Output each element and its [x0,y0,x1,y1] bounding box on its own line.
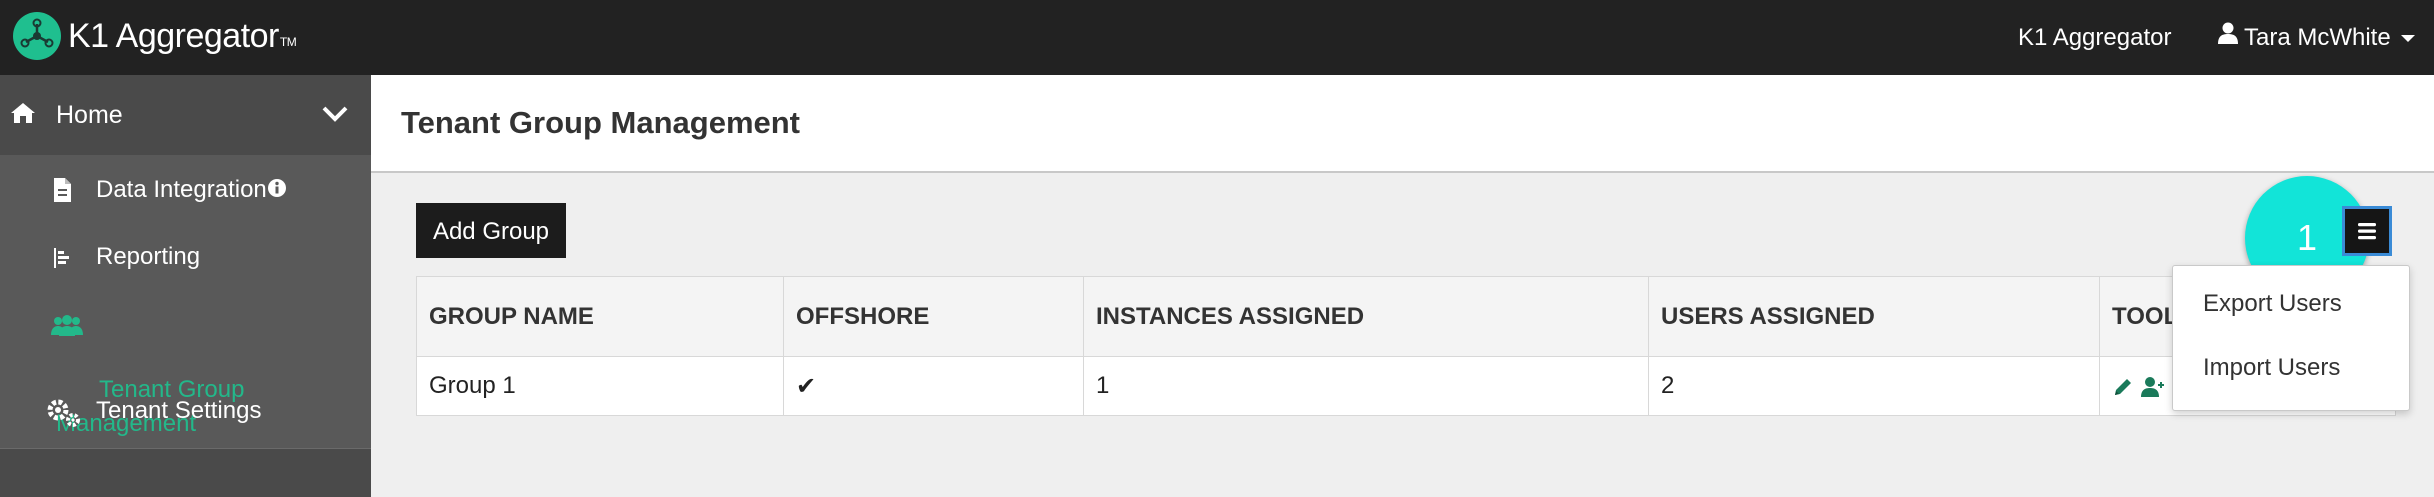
options-dropdown-menu: Export Users Import Users [2172,265,2410,411]
top-app-link[interactable]: K1 Aggregator [2018,22,2171,54]
sidebar-item-data-integration[interactable]: Data Integration [0,155,371,225]
menu-item-export-users[interactable]: Export Users [2203,288,2342,320]
column-header-group-name[interactable]: GROUP NAME [416,276,784,357]
user-menu-button[interactable]: Tara McWhite [2218,22,2415,55]
add-group-button[interactable]: Add Group [416,203,566,258]
gears-icon [46,398,82,433]
table-options-menu-button[interactable] [2342,206,2392,256]
sidebar-item-tenant-settings[interactable]: Tenant Settings [0,380,371,440]
table-row: Group 1 ✔ 1 2 [416,356,2396,416]
caret-down-icon [2400,35,2415,43]
info-icon[interactable] [268,179,286,202]
hamburger-menu-icon [2358,223,2376,240]
column-header-instances-assigned[interactable]: INSTANCES ASSIGNED [1083,276,1649,357]
sidebar-item-home[interactable]: Home [0,75,371,155]
cell-users-assigned: 2 [1648,356,2100,416]
assign-user-icon[interactable] [2140,376,2164,398]
cell-offshore-checkmark: ✔ [783,356,1084,416]
trademark-mark: TM [279,35,297,49]
page-header: Tenant Group Management [371,75,2434,173]
top-navbar: K1 AggregatorTM K1 Aggregator Tara McWhi… [0,0,2434,75]
person-icon [2218,21,2238,53]
column-header-offshore[interactable]: OFFSHORE [783,276,1084,357]
column-header-users-assigned[interactable]: USERS ASSIGNED [1648,276,2100,357]
cell-instances-assigned: 1 [1083,356,1649,416]
table-header-row: GROUP NAME OFFSHORE INSTANCES ASSIGNED U… [416,276,2396,357]
home-icon [10,101,36,130]
sidebar-item-label: Reporting [96,243,201,270]
app-logo-text[interactable]: K1 AggregatorTM [68,14,297,58]
sidebar-item-label: Data Integration [96,176,267,203]
bar-list-icon [52,247,74,274]
menu-item-import-users[interactable]: Import Users [2203,352,2340,384]
document-icon [52,177,72,208]
sidebar: Home Data Integration Reporting Tenant G… [0,75,371,497]
sidebar-item-reporting[interactable]: Reporting [0,225,371,290]
user-name: Tara McWhite [2244,24,2391,51]
cell-group-name: Group 1 [416,356,784,416]
sidebar-item-label: Tenant Settings [96,397,262,424]
groups-table: GROUP NAME OFFSHORE INSTANCES ASSIGNED U… [416,276,2396,416]
sidebar-item-label: Home [56,101,123,129]
edit-pencil-icon[interactable] [2112,376,2134,398]
sidebar-footer [0,448,371,497]
users-group-icon [50,315,84,342]
k1-logo-icon[interactable] [13,12,61,60]
page-title: Tenant Group Management [401,105,801,140]
app-name: K1 Aggregator [68,17,279,55]
chevron-down-icon[interactable] [322,105,348,128]
